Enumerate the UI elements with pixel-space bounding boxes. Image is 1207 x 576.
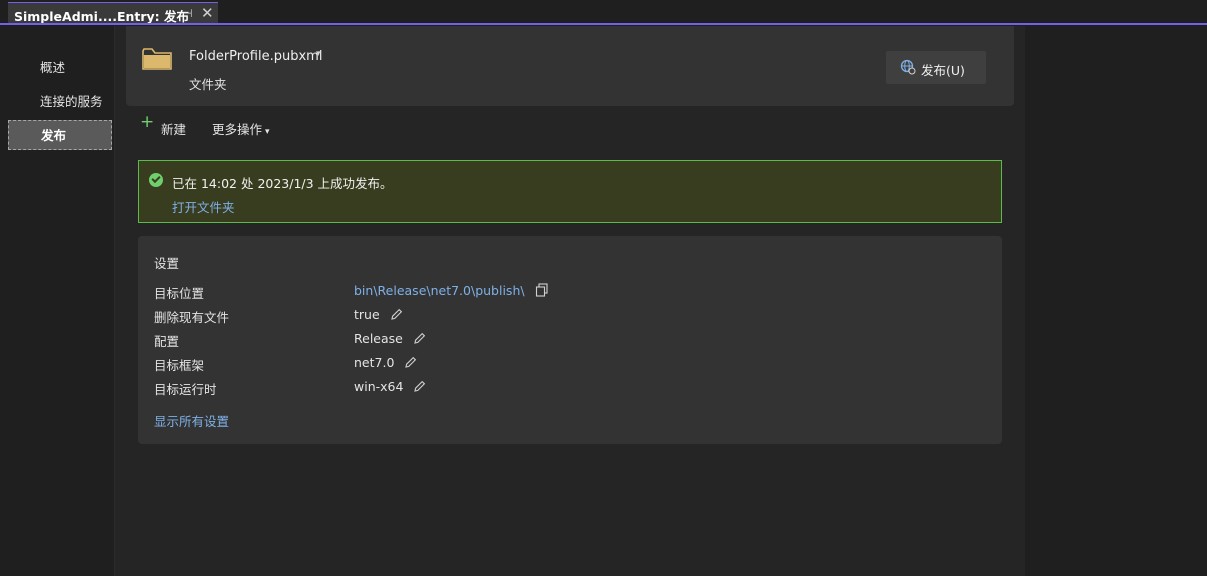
document-tab[interactable]: SimpleAdmi....Entry: 发布 ⊣ ✕: [8, 2, 218, 25]
globe-publish-icon: [900, 59, 916, 75]
sidebar-item-publish[interactable]: 发布: [8, 120, 112, 150]
chevron-down-icon: ▾: [265, 127, 270, 137]
open-folder-link[interactable]: 打开文件夹: [172, 197, 235, 216]
publish-button[interactable]: 发布(U): [886, 51, 986, 84]
sidebar-item-connected-services[interactable]: 连接的服务: [8, 87, 112, 117]
setting-key: 目标运行时: [154, 382, 217, 397]
close-icon[interactable]: ✕: [201, 4, 214, 22]
setting-value-wrap: true: [354, 307, 403, 322]
profile-dropdown-chevron-icon[interactable]: ▾: [316, 49, 321, 59]
settings-card: 设置 目标位置 bin\Release\net7.0\publish\ 删除现有…: [138, 236, 1002, 444]
setting-key: 配置: [154, 334, 180, 349]
success-check-icon: [149, 173, 163, 187]
publish-button-label: 发布(U): [921, 63, 965, 78]
setting-value: net7.0: [354, 355, 395, 370]
folder-icon: [142, 48, 172, 70]
setting-row-delete-existing: 删除现有文件 true: [154, 307, 984, 327]
setting-row-target-location: 目标位置 bin\Release\net7.0\publish\: [154, 283, 984, 303]
sidebar: 概述 连接的服务 发布: [8, 26, 115, 576]
target-location-link[interactable]: bin\Release\net7.0\publish\: [354, 283, 549, 298]
setting-value: win-x64: [354, 379, 404, 394]
settings-title: 设置: [154, 256, 180, 271]
setting-value-wrap: win-x64: [354, 379, 426, 394]
tab-accent-line: [0, 23, 1207, 25]
profile-type-label: 文件夹: [189, 77, 227, 92]
setting-key: 删除现有文件: [154, 310, 230, 325]
setting-key: 目标框架: [154, 358, 205, 373]
document-tab-bar: SimpleAdmi....Entry: 发布 ⊣ ✕: [0, 0, 1207, 26]
pencil-icon[interactable]: [413, 380, 426, 393]
pencil-icon[interactable]: [390, 308, 403, 321]
copy-icon[interactable]: [535, 283, 549, 297]
setting-value: true: [354, 307, 380, 322]
setting-value-wrap: net7.0: [354, 355, 417, 370]
more-actions-button[interactable]: 更多操作 ▾: [212, 119, 270, 138]
publish-profile-card: FolderProfile.pubxml ▾ 文件夹 发布(U): [126, 26, 1014, 106]
publish-success-message: 已在 14:02 处 2023/1/3 上成功发布。: [172, 176, 393, 191]
setting-row-target-framework: 目标框架 net7.0: [154, 355, 984, 375]
show-all-settings-link[interactable]: 显示所有设置: [154, 411, 229, 430]
pin-icon[interactable]: ⊣: [183, 7, 193, 20]
setting-key: 目标位置: [154, 286, 205, 301]
setting-value-wrap: Release: [354, 331, 426, 346]
sidebar-item-overview[interactable]: 概述: [8, 53, 112, 83]
publish-success-banner: 已在 14:02 处 2023/1/3 上成功发布。 打开文件夹: [138, 160, 1002, 223]
pencil-icon[interactable]: [413, 332, 426, 345]
new-profile-label: 新建: [161, 122, 187, 137]
pencil-icon[interactable]: [404, 356, 417, 369]
right-empty-pane: [1025, 26, 1207, 576]
setting-value[interactable]: bin\Release\net7.0\publish\: [354, 283, 525, 298]
setting-row-target-runtime: 目标运行时 win-x64: [154, 379, 984, 399]
plus-icon: +: [140, 112, 155, 132]
profile-name[interactable]: FolderProfile.pubxml: [189, 49, 322, 64]
setting-value: Release: [354, 331, 403, 346]
more-actions-label: 更多操作: [212, 122, 263, 137]
setting-row-configuration: 配置 Release: [154, 331, 984, 351]
